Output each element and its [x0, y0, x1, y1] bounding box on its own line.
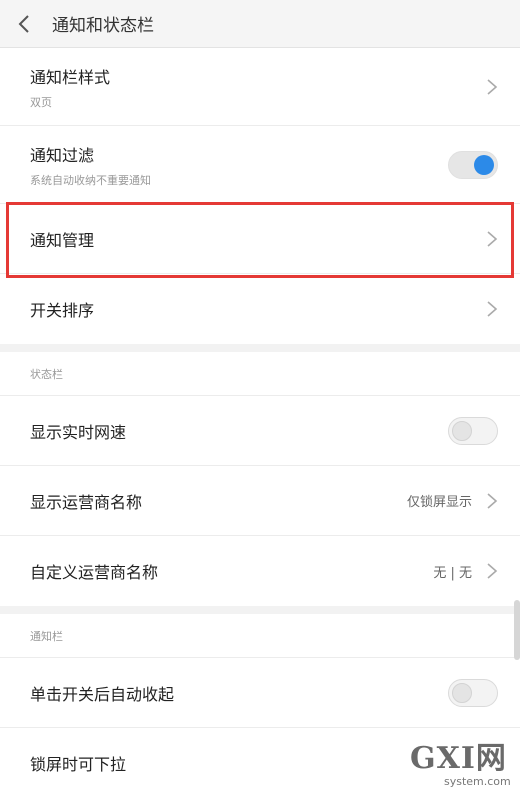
notification-style-row[interactable]: 通知栏样式 双页	[0, 48, 520, 126]
chevron-right-icon	[487, 492, 498, 509]
page-title: 通知和状态栏	[52, 16, 154, 36]
custom-carrier-name-value: 无 | 无	[433, 565, 472, 581]
section-divider	[0, 344, 520, 352]
notification-filter-desc: 系统自动收纳不重要通知	[30, 173, 151, 187]
back-arrow-icon	[18, 14, 29, 33]
toggle-knob	[452, 682, 472, 703]
chevron-right-icon	[487, 563, 498, 579]
show-carrier-name-label: 显示运营商名称	[30, 492, 143, 512]
auto-collapse-label: 单击开关后自动收起	[30, 684, 175, 704]
toggle-knob	[452, 420, 472, 441]
show-carrier-name-value: 仅锁屏显示	[406, 495, 472, 510]
toggle-order-row[interactable]: 开关排序	[0, 274, 520, 344]
scroll-indicator	[514, 600, 520, 660]
notification-management-label: 通知管理	[30, 230, 95, 250]
notification-management-row[interactable]: 通知管理	[0, 204, 520, 274]
notification-filter-toggle[interactable]	[448, 150, 498, 179]
toggle-knob	[474, 154, 494, 175]
show-network-speed-label: 显示实时网速	[30, 422, 127, 442]
notification-style-value: 双页	[30, 95, 52, 109]
show-carrier-name-row[interactable]: 显示运营商名称 仅锁屏显示	[0, 466, 520, 536]
show-network-speed-row: 显示实时网速	[0, 396, 520, 466]
back-button[interactable]	[6, 0, 42, 48]
site-watermark: GXI网 system.com	[410, 741, 511, 791]
notification-bar-section-header: 通知栏	[0, 614, 520, 658]
show-network-speed-toggle[interactable]	[448, 416, 498, 445]
section-divider	[0, 606, 520, 614]
chevron-right-icon	[487, 230, 498, 247]
top-bar: 通知和状态栏	[0, 0, 520, 48]
auto-collapse-toggle[interactable]	[448, 678, 498, 707]
auto-collapse-row: 单击开关后自动收起	[0, 658, 520, 728]
custom-carrier-name-label: 自定义运营商名称	[30, 563, 159, 582]
watermark-domain: system.com	[444, 775, 511, 788]
notification-filter-label: 通知过滤	[30, 145, 95, 165]
custom-carrier-name-row[interactable]: 自定义运营商名称 无 | 无	[0, 536, 520, 606]
watermark-logo: GXI网	[410, 741, 507, 776]
toggle-order-label: 开关排序	[30, 301, 95, 320]
status-bar-section-header: 状态栏	[0, 352, 520, 396]
notification-filter-row: 通知过滤 系统自动收纳不重要通知	[0, 126, 520, 204]
chevron-right-icon	[487, 301, 498, 317]
chevron-right-icon	[487, 78, 498, 95]
notification-style-label: 通知栏样式	[30, 67, 111, 87]
